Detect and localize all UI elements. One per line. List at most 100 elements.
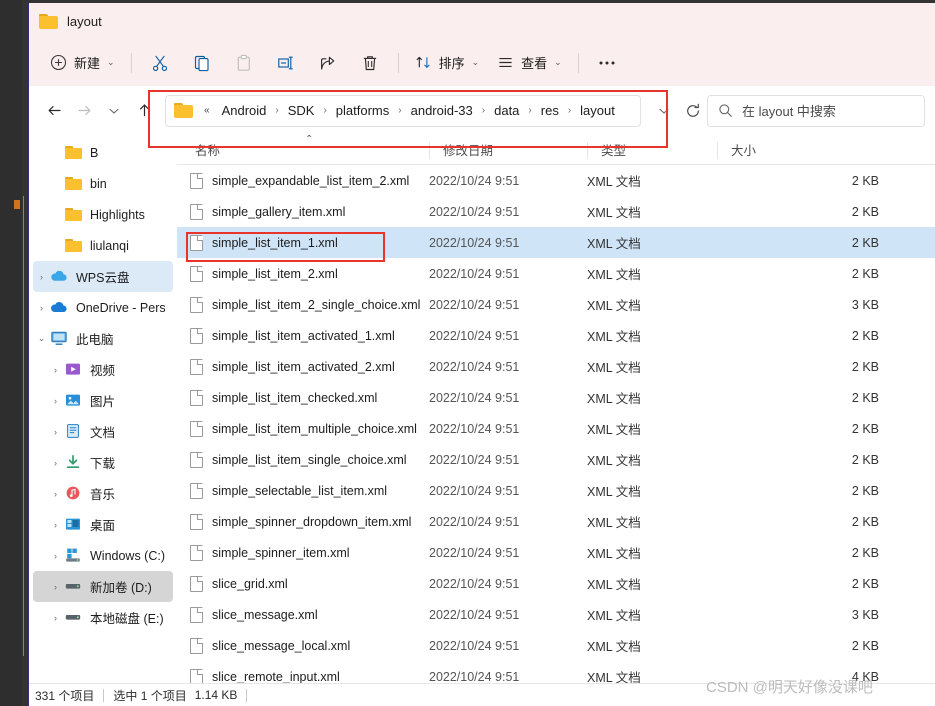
delete-button[interactable] — [349, 46, 391, 79]
file-name-cell[interactable]: simple_list_item_2_single_choice.xml — [177, 296, 429, 313]
column-header-size[interactable]: 大小 — [717, 135, 935, 164]
file-name-cell[interactable]: simple_selectable_list_item.xml — [177, 482, 429, 499]
twisty-icon[interactable]: › — [33, 272, 50, 282]
twisty-icon[interactable]: › — [47, 396, 64, 406]
sort-button[interactable]: 排序 ⌄ — [406, 46, 489, 79]
table-row[interactable]: simple_spinner_item.xml 2022/10/24 9:51 XM… — [177, 537, 935, 568]
recent-locations-button[interactable] — [99, 96, 129, 126]
file-name-cell[interactable]: simple_list_item_activated_2.xml — [177, 358, 429, 375]
table-row[interactable]: simple_list_item_1.xml 2022/10/24 9:51 XML… — [177, 227, 935, 258]
sidebar-item-pictures[interactable]: › 图片 — [33, 385, 173, 416]
file-name-label: simple_list_item_multiple_choice.xml — [212, 421, 417, 436]
new-button[interactable]: 新建 ⌄ — [41, 46, 124, 79]
twisty-icon[interactable]: ⌄ — [33, 333, 50, 344]
file-name-cell[interactable]: simple_expandable_list_item_2.xml — [177, 172, 429, 189]
back-button[interactable] — [39, 96, 69, 126]
table-row[interactable]: simple_expandable_list_item_2.xml 2022/10… — [177, 165, 935, 196]
file-name-cell[interactable]: slice_grid.xml — [177, 575, 429, 592]
file-name-cell[interactable]: simple_list_item_multiple_choice.xml — [177, 420, 429, 437]
sidebar-item-liulanqi[interactable]: liulanqi — [33, 230, 173, 261]
forward-icon — [77, 106, 90, 115]
twisty-icon[interactable]: › — [47, 427, 64, 437]
sidebar-item-downloads[interactable]: › 下载 — [33, 447, 173, 478]
twisty-icon[interactable]: › — [47, 520, 64, 530]
breadcrumb-overflow[interactable]: « — [200, 105, 214, 116]
sidebar-item-desktop[interactable]: › 桌面 — [33, 509, 173, 540]
file-name-cell[interactable]: simple_list_item_single_choice.xml — [177, 451, 429, 468]
table-row[interactable]: slice_grid.xml 2022/10/24 9:51 XML 文档 2 KB — [177, 568, 935, 599]
sidebar-item-onedrive[interactable]: › OneDrive - Pers — [33, 292, 173, 323]
table-row[interactable]: simple_list_item_2.xml 2022/10/24 9:51 XML… — [177, 258, 935, 289]
sidebar-item-wps-cloud[interactable]: › WPS云盘 — [33, 261, 173, 292]
file-name-cell[interactable]: simple_list_item_checked.xml — [177, 389, 429, 406]
sidebar-item-this-pc[interactable]: ⌄ 此电脑 — [33, 323, 173, 354]
twisty-icon[interactable]: › — [47, 489, 64, 499]
copy-button[interactable] — [181, 46, 223, 79]
twisty-icon[interactable]: › — [47, 613, 64, 623]
up-button[interactable] — [129, 96, 159, 126]
table-row[interactable]: simple_list_item_activated_1.xml 2022/10/… — [177, 320, 935, 351]
address-bar[interactable]: « Android › SDK › platforms › android-33… — [165, 94, 641, 127]
file-name-cell[interactable]: simple_gallery_item.xml — [177, 203, 429, 220]
twisty-icon[interactable]: › — [47, 365, 64, 375]
table-row[interactable]: simple_gallery_item.xml 2022/10/24 9:51 XM… — [177, 196, 935, 227]
chevron-down-icon-view: ⌄ — [554, 57, 562, 67]
twisty-icon[interactable]: › — [33, 303, 50, 313]
sidebar-item-music[interactable]: › 音乐 — [33, 478, 173, 509]
refresh-button[interactable] — [679, 97, 707, 125]
sidebar-item-windows-c[interactable]: › Windows (C:) — [33, 540, 173, 571]
breadcrumb-item-2[interactable]: platforms — [331, 101, 394, 120]
cut-button[interactable] — [139, 46, 181, 79]
sidebar-item-label: Windows (C:) — [90, 548, 166, 563]
table-row[interactable]: slice_message_local.xml 2022/10/24 9:51 XM… — [177, 630, 935, 661]
command-bar: 新建 ⌄ 排序 ⌄ 查看 ⌄ — [29, 39, 935, 86]
table-row[interactable]: simple_list_item_single_choice.xml 2022/1… — [177, 444, 935, 475]
sidebar-item-bin[interactable]: bin — [33, 168, 173, 199]
sidebar-item-label: 桌面 — [90, 519, 116, 533]
column-header-type[interactable]: 类型 — [587, 135, 717, 164]
column-header-date[interactable]: 修改日期 — [429, 135, 587, 164]
address-history-button[interactable] — [649, 96, 679, 126]
file-name-cell[interactable]: simple_list_item_2.xml — [177, 265, 429, 282]
sidebar-item-new-volume-d[interactable]: › 新加卷 (D:) — [33, 571, 173, 602]
breadcrumb-item-6[interactable]: layout — [575, 101, 620, 120]
breadcrumb-item-4[interactable]: data — [489, 101, 524, 120]
table-row[interactable]: simple_selectable_list_item.xml 2022/10/2… — [177, 475, 935, 506]
navigation-pane[interactable]: B bin Highlights liulanqi › WPS云盘 › OneD… — [29, 135, 177, 683]
twisty-icon[interactable]: › — [47, 551, 64, 561]
view-button[interactable]: 查看 ⌄ — [488, 46, 571, 79]
breadcrumb-item-1[interactable]: SDK — [283, 101, 320, 120]
file-name-cell[interactable]: slice_message_local.xml — [177, 637, 429, 654]
sidebar-item-b[interactable]: B — [33, 137, 173, 168]
rename-button[interactable] — [265, 46, 307, 79]
xml-document-icon — [190, 203, 203, 220]
videos-icon — [64, 361, 83, 378]
share-button[interactable] — [307, 46, 349, 79]
breadcrumb-item-0[interactable]: Android — [217, 101, 272, 120]
sidebar-item-local-disk-e[interactable]: › 本地磁盘 (E:) — [33, 602, 173, 633]
table-row[interactable]: simple_list_item_checked.xml 2022/10/24 9… — [177, 382, 935, 413]
more-options-button[interactable] — [586, 46, 628, 79]
twisty-icon[interactable]: › — [47, 458, 64, 468]
file-name-cell[interactable]: simple_spinner_item.xml — [177, 544, 429, 561]
table-row[interactable]: simple_list_item_multiple_choice.xml 2022… — [177, 413, 935, 444]
file-name-cell[interactable]: simple_list_item_activated_1.xml — [177, 327, 429, 344]
breadcrumb-item-5[interactable]: res — [536, 101, 564, 120]
file-list[interactable]: simple_expandable_list_item_2.xml 2022/10… — [177, 165, 935, 683]
table-row[interactable]: simple_spinner_dropdown_item.xml 2022/10/… — [177, 506, 935, 537]
file-name-cell[interactable]: simple_spinner_dropdown_item.xml — [177, 513, 429, 530]
search-input[interactable]: 在 layout 中搜索 — [707, 94, 925, 127]
column-header-name[interactable]: 名称 — [177, 135, 429, 164]
file-name-cell[interactable]: slice_remote_input.xml — [177, 668, 429, 683]
sidebar-item-highlights[interactable]: Highlights — [33, 199, 173, 230]
sidebar-item-videos[interactable]: › 视频 — [33, 354, 173, 385]
file-name-cell[interactable]: simple_list_item_1.xml — [177, 234, 429, 251]
sidebar-item-documents[interactable]: › 文档 — [33, 416, 173, 447]
breadcrumb-item-3[interactable]: android-33 — [406, 101, 478, 120]
table-row[interactable]: simple_list_item_2_single_choice.xml 2022… — [177, 289, 935, 320]
table-row[interactable]: simple_list_item_activated_2.xml 2022/10/… — [177, 351, 935, 382]
table-row[interactable]: slice_message.xml 2022/10/24 9:51 XML 文档 3 … — [177, 599, 935, 630]
file-name-cell[interactable]: slice_message.xml — [177, 606, 429, 623]
folder-icon — [64, 175, 83, 192]
twisty-icon[interactable]: › — [47, 582, 64, 592]
